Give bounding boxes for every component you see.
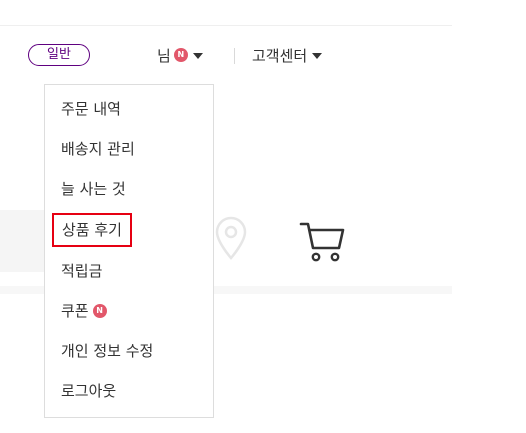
- customer-center-label: 고객센터: [252, 46, 308, 65]
- user-dropdown-menu: 주문 내역 배송지 관리 늘 사는 것 상품 후기 적립금 쿠폰 N 개인 정보 …: [44, 84, 214, 418]
- menu-item-product-reviews[interactable]: 상품 후기: [52, 213, 132, 247]
- menu-item-logout[interactable]: 로그아웃: [61, 378, 116, 404]
- caret-down-icon: [192, 53, 203, 59]
- menu-item-points[interactable]: 적립금: [61, 258, 102, 284]
- customer-center-menu[interactable]: 고객센터: [252, 43, 323, 67]
- menu-item-address-management[interactable]: 배송지 관리: [61, 136, 135, 162]
- new-badge-icon: N: [173, 48, 188, 62]
- caret-down-icon: [312, 53, 323, 59]
- cart-icon[interactable]: [298, 216, 348, 264]
- menu-item-order-history[interactable]: 주문 내역: [61, 96, 121, 122]
- top-divider: [0, 25, 452, 26]
- search-bar-fragment: [0, 210, 48, 272]
- header-separator: [234, 48, 235, 64]
- grade-badge: 일반: [28, 44, 90, 66]
- header-user-row: 일반 님 N 고객센터: [0, 38, 526, 72]
- user-menu-toggle[interactable]: 님 N: [157, 43, 203, 67]
- menu-item-frequent-purchases[interactable]: 늘 사는 것: [61, 176, 126, 202]
- user-name: 님: [157, 46, 171, 65]
- location-pin-icon[interactable]: [211, 214, 251, 262]
- menu-item-coupons[interactable]: 쿠폰 N: [61, 298, 107, 324]
- new-badge-icon: N: [92, 303, 107, 318]
- menu-item-edit-profile[interactable]: 개인 정보 수정: [61, 338, 153, 364]
- menu-item-coupons-label: 쿠폰: [61, 302, 89, 320]
